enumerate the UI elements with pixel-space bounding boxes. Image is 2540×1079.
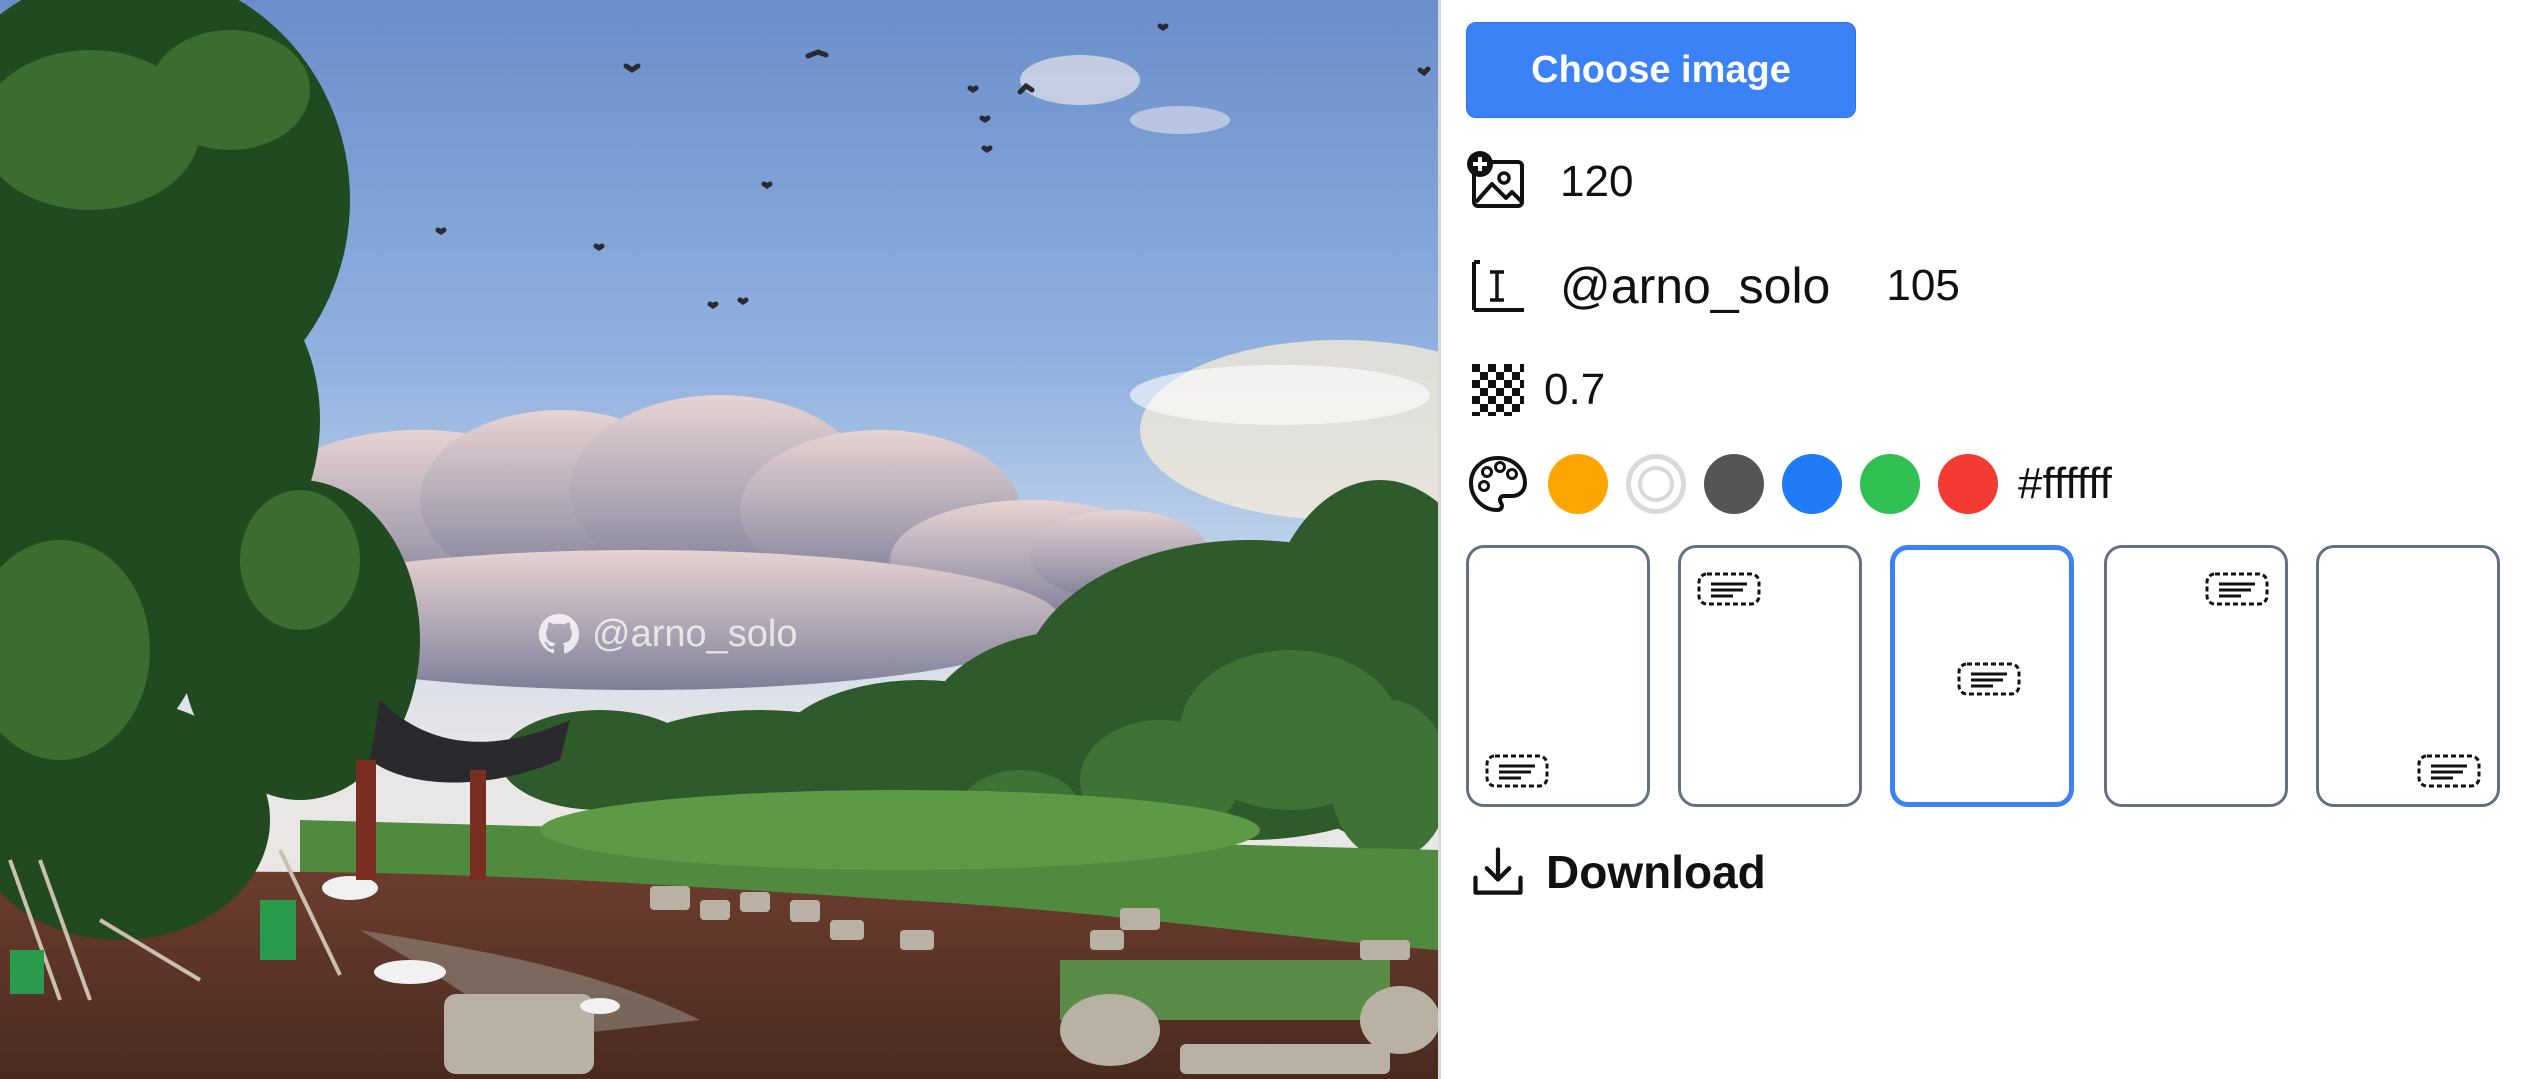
text-size-value[interactable]: 105	[1886, 261, 1959, 311]
control-panel: Choose image 120 @arno_solo 105 0.7 #fff…	[1462, 0, 2540, 1079]
position-bottom-left[interactable]	[1466, 545, 1650, 807]
opacity-value[interactable]: 0.7	[1544, 365, 1605, 415]
color-swatch-white[interactable]	[1626, 454, 1686, 514]
download-icon	[1466, 840, 1530, 904]
add-image-icon[interactable]	[1466, 150, 1530, 214]
text-placeholder-icon	[1697, 572, 1761, 606]
opacity-row: 0.7	[1466, 358, 1605, 422]
position-top-left[interactable]	[1678, 545, 1862, 807]
checkerboard-icon[interactable]	[1466, 358, 1530, 422]
text-placeholder-icon	[2417, 754, 2481, 788]
download-button[interactable]: Download	[1466, 840, 1766, 904]
text-placeholder-icon	[1485, 754, 1549, 788]
landscape-photo	[0, 0, 1438, 1079]
image-preview: @arno_solo	[0, 0, 1438, 1079]
text-row: @arno_solo 105	[1466, 254, 1960, 318]
color-swatch-gray[interactable]	[1704, 454, 1764, 514]
palette-icon[interactable]	[1466, 452, 1530, 516]
color-swatch-orange[interactable]	[1548, 454, 1608, 514]
panel-divider	[1438, 0, 1441, 1079]
image-size-row: 120	[1466, 150, 1633, 214]
watermark-text-input[interactable]: @arno_solo	[1560, 257, 1830, 315]
text-placeholder-icon	[2205, 572, 2269, 606]
position-selector	[1466, 545, 2500, 807]
text-placeholder-icon	[1957, 662, 2021, 696]
position-top-right[interactable]	[2104, 545, 2288, 807]
choose-image-button[interactable]: Choose image	[1466, 22, 1856, 118]
download-label: Download	[1546, 846, 1766, 898]
github-icon	[538, 613, 580, 654]
color-swatch-red[interactable]	[1938, 454, 1998, 514]
watermark-text: @arno_solo	[592, 612, 798, 655]
position-bottom-right[interactable]	[2316, 545, 2500, 807]
color-row: #ffffff	[1466, 452, 2112, 516]
color-swatch-green[interactable]	[1860, 454, 1920, 514]
color-swatch-blue[interactable]	[1782, 454, 1842, 514]
watermark-overlay: @arno_solo	[538, 608, 797, 660]
image-size-value[interactable]: 120	[1560, 157, 1633, 207]
color-hex-value[interactable]: #ffffff	[2018, 459, 2112, 509]
text-cursor-icon[interactable]	[1466, 254, 1530, 318]
position-center[interactable]	[1890, 545, 2074, 807]
